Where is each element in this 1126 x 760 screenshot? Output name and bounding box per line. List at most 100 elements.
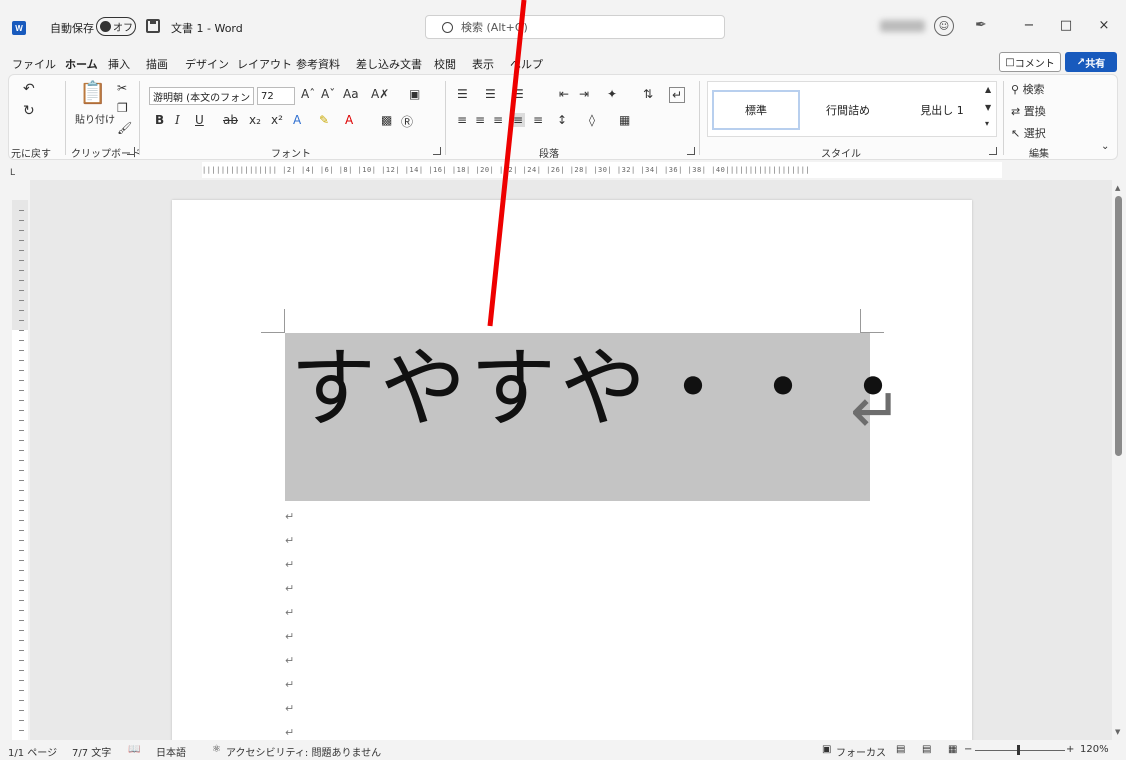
- select-button[interactable]: ↖ 選択: [1011, 125, 1046, 141]
- word-app-icon[interactable]: W: [12, 21, 26, 35]
- focus-mode[interactable]: フォーカス: [836, 744, 886, 759]
- undo-icon[interactable]: ↶: [23, 81, 35, 97]
- proofing-icon[interactable]: 📖: [128, 744, 140, 755]
- styles-scroll-up-icon[interactable]: ▲: [985, 85, 991, 94]
- avatar[interactable]: ☺: [934, 16, 954, 36]
- align-center-icon[interactable]: ≡: [475, 113, 485, 127]
- distributed-icon[interactable]: ≡: [533, 113, 543, 127]
- scroll-down-icon[interactable]: ▼: [1115, 728, 1120, 736]
- web-layout-icon[interactable]: ▦: [948, 744, 957, 755]
- enclose-char-icon[interactable]: Ⓡ: [401, 113, 413, 130]
- clear-format-icon[interactable]: A✗: [371, 87, 389, 101]
- tab-mailings[interactable]: 差し込み文書: [356, 56, 422, 72]
- decrease-indent-icon[interactable]: ⇤: [559, 87, 569, 101]
- tab-insert[interactable]: 挿入: [108, 56, 130, 72]
- pen-icon[interactable]: ✒: [975, 17, 987, 33]
- styles-scroll-down-icon[interactable]: ▼: [985, 103, 991, 112]
- zoom-out-button[interactable]: −: [964, 744, 972, 755]
- strikethrough-icon[interactable]: ab: [223, 113, 238, 127]
- accessibility-status[interactable]: アクセシビリティ: 問題ありません: [226, 744, 381, 759]
- print-layout-icon[interactable]: ▤: [922, 744, 931, 755]
- find-button[interactable]: ⚲ 検索: [1011, 81, 1045, 97]
- accessibility-icon[interactable]: ⚛: [212, 744, 221, 755]
- close-button[interactable]: ×: [1090, 14, 1118, 36]
- increase-indent-icon[interactable]: ⇥: [579, 87, 589, 101]
- read-mode-icon[interactable]: ▤: [896, 744, 905, 755]
- zoom-slider[interactable]: [975, 750, 1065, 751]
- tab-references[interactable]: 参考資料: [296, 56, 340, 72]
- scroll-up-icon[interactable]: ▲: [1115, 184, 1120, 192]
- char-border-icon[interactable]: ▣: [409, 87, 420, 101]
- change-case-icon[interactable]: Aa: [343, 87, 359, 101]
- style-heading-1[interactable]: 見出し 1: [898, 90, 986, 130]
- user-name-blurred[interactable]: [880, 20, 925, 32]
- bold-icon[interactable]: B: [155, 113, 164, 127]
- document-main-text[interactable]: すやすや・・・: [290, 346, 920, 432]
- multilevel-list-icon[interactable]: ☰: [513, 87, 524, 101]
- shading-icon[interactable]: ◊: [589, 113, 595, 127]
- clipboard-launcher-icon[interactable]: [127, 147, 135, 155]
- save-icon[interactable]: [146, 19, 160, 33]
- tab-view[interactable]: 表示: [472, 56, 494, 72]
- paste-label[interactable]: 貼り付け: [75, 111, 115, 126]
- italic-icon[interactable]: I: [175, 113, 180, 127]
- grow-font-icon[interactable]: Aˆ: [301, 87, 315, 101]
- font-color-icon[interactable]: A: [345, 113, 353, 127]
- align-left-icon[interactable]: ≡: [457, 113, 467, 127]
- zoom-level[interactable]: 120%: [1080, 744, 1109, 755]
- styles-more-icon[interactable]: ▾: [985, 119, 989, 128]
- tab-layout[interactable]: レイアウト: [237, 56, 292, 72]
- paragraph-launcher-icon[interactable]: [687, 147, 695, 155]
- asian-layout-icon[interactable]: ✦: [607, 87, 617, 101]
- language[interactable]: 日本語: [156, 744, 186, 759]
- shrink-font-icon[interactable]: Aˇ: [321, 87, 335, 101]
- tab-file[interactable]: ファイル: [12, 56, 56, 72]
- tab-draw[interactable]: 描画: [146, 56, 168, 72]
- horizontal-ruler[interactable]: |||||||||||||||| |2| |4| |6| |8| |10| |1…: [30, 162, 1110, 178]
- maximize-button[interactable]: □: [1052, 14, 1080, 36]
- format-painter-icon[interactable]: 🖌: [117, 121, 132, 135]
- line-spacing-icon[interactable]: ↕: [557, 113, 567, 127]
- superscript-icon[interactable]: x²: [271, 113, 283, 127]
- vertical-ruler[interactable]: [12, 200, 28, 741]
- tab-help[interactable]: ヘルプ: [510, 56, 543, 72]
- justify-icon[interactable]: ≡: [511, 113, 526, 127]
- highlight-icon[interactable]: ✎: [319, 113, 329, 127]
- borders-icon[interactable]: ▦: [619, 113, 630, 127]
- zoom-slider-thumb[interactable]: [1017, 745, 1020, 755]
- tab-selector-icon[interactable]: L: [10, 168, 15, 178]
- redo-icon[interactable]: ↻: [23, 103, 35, 119]
- char-shading-icon[interactable]: ▩: [381, 113, 392, 127]
- style-no-spacing[interactable]: 行間詰め: [804, 90, 892, 130]
- replace-button[interactable]: ⇄ 置換: [1011, 103, 1046, 119]
- tab-home[interactable]: ホーム: [65, 56, 98, 76]
- text-effects-icon[interactable]: A: [293, 113, 301, 127]
- style-standard[interactable]: 標準: [712, 90, 800, 130]
- styles-launcher-icon[interactable]: [989, 147, 997, 155]
- focus-icon[interactable]: ▣: [822, 744, 831, 755]
- vertical-scrollbar[interactable]: ▲ ▼: [1112, 180, 1126, 740]
- paste-icon[interactable]: 📋: [79, 81, 106, 106]
- show-marks-icon[interactable]: ↵: [669, 87, 686, 103]
- share-button[interactable]: ↗ 共有: [1065, 52, 1117, 72]
- scrollbar-thumb[interactable]: [1115, 196, 1122, 456]
- bullets-icon[interactable]: ☰: [457, 87, 468, 101]
- copy-icon[interactable]: ❐: [117, 101, 128, 115]
- word-count[interactable]: 7/7 文字: [72, 744, 111, 759]
- autosave-toggle[interactable]: オフ: [96, 17, 136, 36]
- align-right-icon[interactable]: ≡: [493, 113, 503, 127]
- minimize-button[interactable]: −: [1015, 14, 1043, 36]
- font-size-select[interactable]: 72: [257, 87, 295, 105]
- collapse-ribbon-icon[interactable]: ⌄: [1101, 141, 1109, 152]
- page-count[interactable]: 1/1 ページ: [8, 744, 57, 759]
- font-launcher-icon[interactable]: [433, 147, 441, 155]
- sort-icon[interactable]: ⇅: [643, 87, 653, 101]
- cut-icon[interactable]: ✂: [117, 81, 127, 95]
- search-box[interactable]: 検索 (Alt+Q): [425, 15, 725, 39]
- font-name-select[interactable]: 游明朝 (本文のフォン: [149, 87, 254, 105]
- zoom-in-button[interactable]: +: [1066, 744, 1074, 755]
- document-canvas[interactable]: すやすや・・・ ↵ ↵ ↵ ↵ ↵ ↵ ↵ ↵ ↵ ↵ ↵: [30, 180, 1112, 740]
- underline-icon[interactable]: U: [195, 113, 204, 127]
- numbering-icon[interactable]: ☰: [485, 87, 496, 101]
- comment-button[interactable]: □ コメント: [999, 52, 1061, 72]
